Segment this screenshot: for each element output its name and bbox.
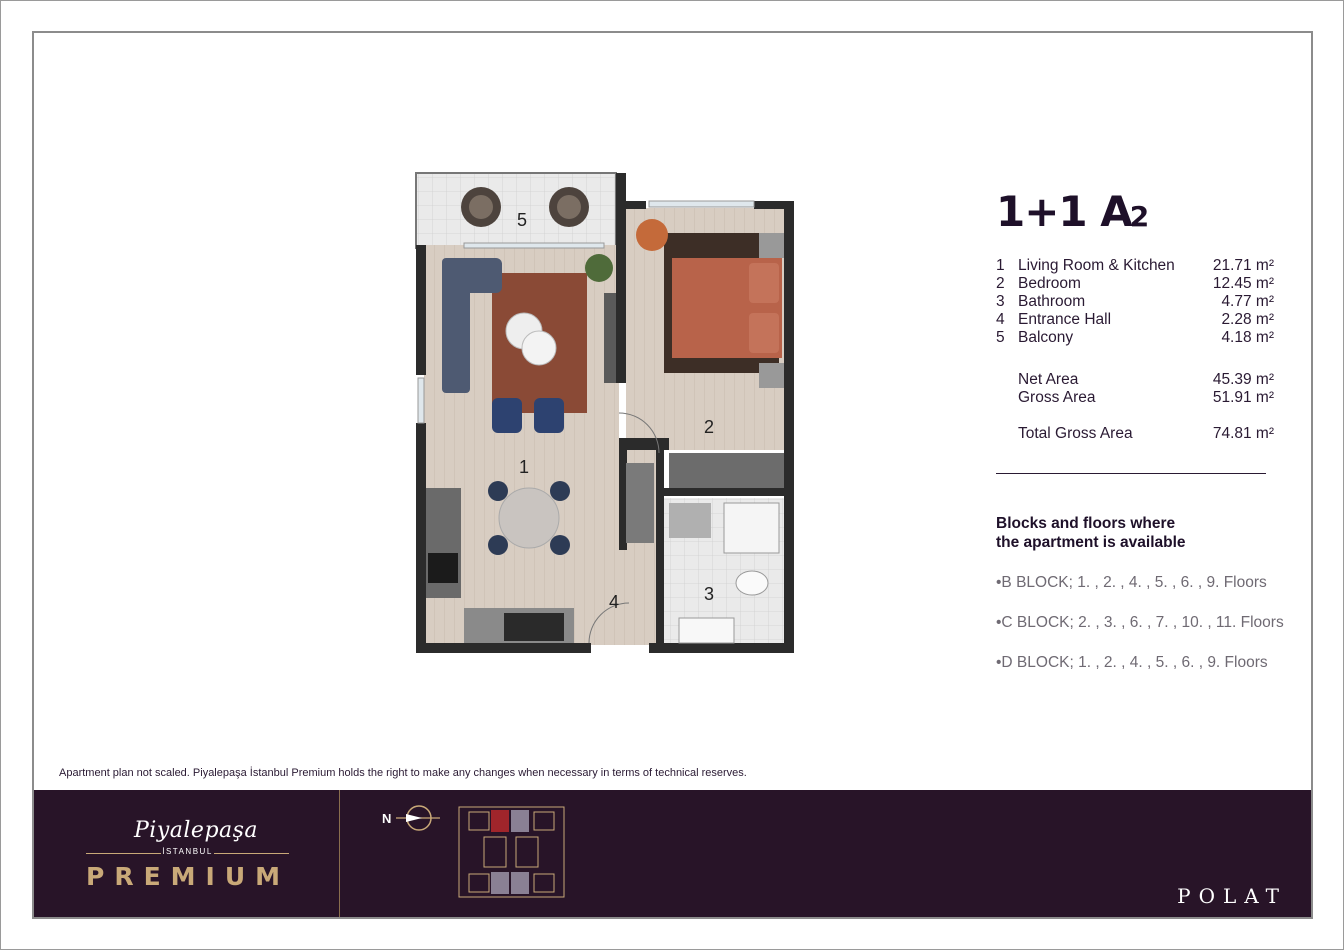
total-gross-area-value: 74.81 m² (1212, 425, 1274, 442)
net-area-value: 45.39 m² (1212, 371, 1274, 388)
washer (669, 503, 711, 538)
area-totals: Net Area 45.39 m² Gross Area 51.91 m² To… (996, 371, 1296, 443)
room-name: Bathroom (1018, 293, 1086, 310)
divider (996, 473, 1266, 474)
room-row: 2 Bedroom 12.45 m² (996, 275, 1296, 293)
room-name: Living Room & Kitchen (1018, 257, 1175, 274)
net-area-label: Net Area (1018, 371, 1079, 388)
room-name: Entrance Hall (1018, 311, 1112, 328)
gross-area-label: Gross Area (1018, 389, 1096, 406)
logo-script: Piyalepaşa (134, 818, 259, 843)
room-area: 4.77 m² (1221, 293, 1274, 310)
room-number-3: 3 (704, 584, 714, 604)
room-name: Bedroom (1018, 275, 1081, 292)
room-num: 4 (996, 311, 1005, 328)
shower (723, 502, 780, 554)
bedroom-chair (636, 219, 668, 251)
room-number-5: 5 (517, 210, 527, 230)
availability-heading-line1: Blocks and floors where (996, 515, 1176, 532)
sink (678, 617, 735, 644)
logo-rule (214, 853, 289, 854)
room-num: 1 (996, 257, 1005, 274)
net-area-row: Net Area 45.39 m² (996, 371, 1296, 389)
room-area: 12.45 m² (1212, 275, 1274, 292)
room-row: 1 Living Room & Kitchen 21.71 m² (996, 257, 1296, 275)
room-list: 1 Living Room & Kitchen 21.71 m² 2 Bedro… (996, 257, 1296, 347)
logo-city: İSTANBUL (162, 847, 213, 856)
gross-area-row: Gross Area 51.91 m² (996, 389, 1296, 407)
room-area: 4.18 m² (1221, 329, 1274, 346)
key-plan-icon (458, 806, 565, 898)
developer-logo: POLAT (1177, 884, 1287, 908)
gross-area-value: 51.91 m² (1212, 389, 1274, 406)
unit-info-panel: 1+1 A2 1 Living Room & Kitchen 21.71 m² … (996, 191, 1296, 672)
tv-unit (604, 293, 616, 383)
room-row: 3 Bathroom 4.77 m² (996, 293, 1296, 311)
armchair-right (534, 398, 564, 433)
room-num: 2 (996, 275, 1005, 292)
armchair-left (492, 398, 522, 433)
room-number-1: 1 (519, 457, 529, 477)
key-plan-unit-highlight (491, 810, 509, 832)
total-gross-area-label: Total Gross Area (1018, 425, 1133, 442)
availability-heading-line2: the apartment is available (996, 534, 1186, 551)
room-area: 2.28 m² (1221, 311, 1274, 328)
cooktop (428, 553, 458, 583)
floor-plan-drawing: 1 2 3 4 5 (415, 172, 794, 653)
north-arrow-icon: N (382, 805, 440, 831)
brochure-sheet: 1 2 3 4 5 1+1 A2 1 Living Room & Kitchen… (32, 31, 1313, 919)
logo-brand: PREMIUM (86, 862, 291, 891)
room-area: 21.71 m² (1212, 257, 1274, 274)
room-number-4: 4 (609, 592, 619, 612)
nightstand-bottom (759, 363, 784, 388)
footer-divider (339, 790, 340, 917)
plant (585, 254, 613, 282)
room-num: 5 (996, 329, 1005, 346)
room-number-2: 2 (704, 417, 714, 437)
wardrobe (669, 453, 784, 488)
toilet (735, 570, 769, 596)
unit-title: 1+1 A2 (996, 187, 1149, 236)
floor-plan: 1 2 3 4 5 (404, 163, 804, 663)
block-availability-b: •B BLOCK; 1. , 2. , 4. , 5. , 6. , 9. Fl… (996, 574, 1267, 591)
nightstand-top (759, 233, 784, 258)
dining-table (498, 487, 560, 549)
block-availability-c: •C BLOCK; 2. , 3. , 6. , 7. , 10. , 11. … (996, 614, 1284, 631)
footer-bar: Piyalepaşa İSTANBUL PREMIUM N POLAT (34, 790, 1311, 917)
logo-rule (86, 853, 161, 854)
availability-heading: Blocks and floors where the apartment is… (996, 514, 1296, 552)
room-name: Balcony (1018, 329, 1074, 346)
block-availability-d: •D BLOCK; 1. , 2. , 4. , 5. , 6. , 9. Fl… (996, 654, 1268, 671)
total-gross-area-row: Total Gross Area 74.81 m² (996, 425, 1296, 443)
north-label: N (382, 811, 391, 826)
room-num: 3 (996, 293, 1005, 310)
room-row: 4 Entrance Hall 2.28 m² (996, 311, 1296, 329)
room-row: 5 Balcony 4.18 m² (996, 329, 1296, 347)
disclaimer-text: Apartment plan not scaled. Piyalepaşa İs… (59, 767, 747, 779)
